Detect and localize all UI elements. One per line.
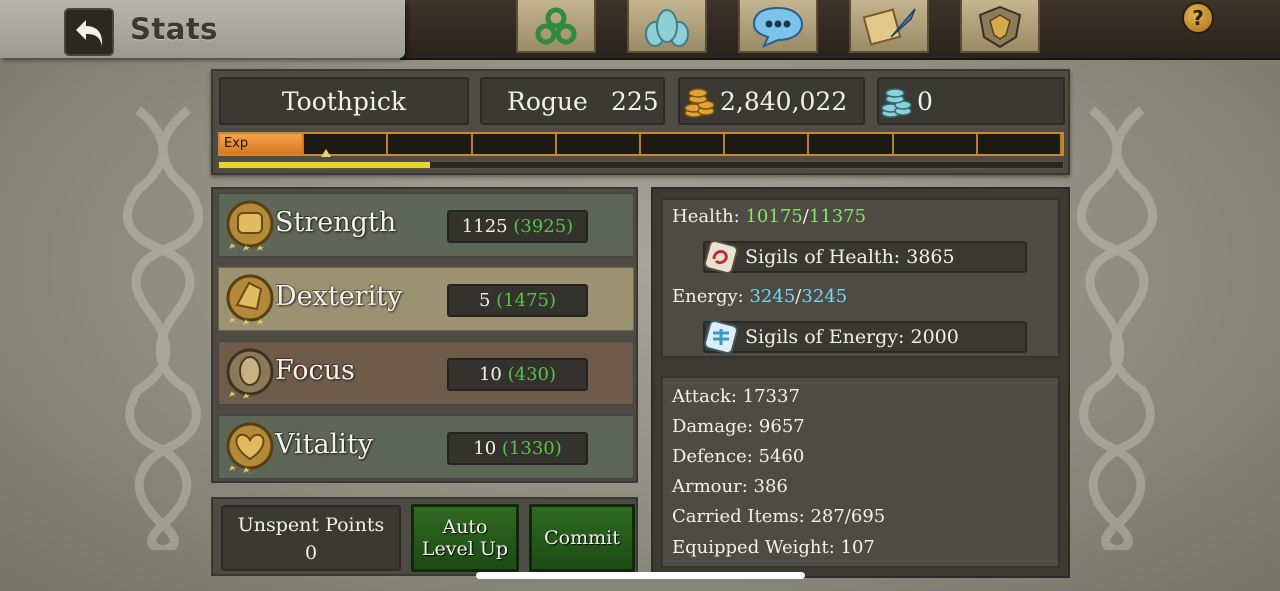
energy-current: 3245 [749, 286, 796, 307]
chat-icon [752, 6, 804, 48]
nav-button-party[interactable] [627, 0, 707, 53]
attribute-value-box: 10 (1330) [447, 432, 588, 465]
back-button[interactable] [64, 8, 114, 56]
scroll-quill-icon [862, 7, 916, 46]
party-icon [645, 8, 689, 47]
nav-button-chat[interactable] [738, 0, 818, 53]
attribute-name: Strength [275, 207, 397, 238]
energy-max: 3245 [801, 286, 848, 307]
energy-line: Energy: 3245/3245 [672, 286, 847, 307]
health-line: Health: 10175/11375 [672, 206, 866, 227]
energy-sigil-icon [703, 319, 739, 355]
help-button[interactable]: ? [1182, 2, 1214, 34]
damage-stat: Damage: 9657 [672, 416, 805, 437]
guild-crest-icon [978, 5, 1022, 48]
triskele-icon [535, 7, 577, 44]
attribute-total-value: (1475) [496, 290, 557, 311]
combat-stats-panel: Attack: 17337 Damage: 9657 Defence: 5460… [661, 376, 1060, 568]
sigils-of-health-text: Sigils of Health: 3865 [745, 246, 955, 268]
vitality-heart-icon [226, 422, 274, 473]
attribute-name: Vitality [275, 429, 373, 460]
strength-fist-icon [226, 200, 274, 251]
gems-amount: 0 [917, 86, 933, 116]
attribute-row-strength[interactable]: Strength 1125 (3925) [218, 193, 634, 257]
carried-items-stat: Carried Items: 287/695 [672, 506, 886, 527]
attribute-total-value: (430) [507, 364, 557, 385]
character-name-box: Toothpick [219, 77, 469, 125]
page-title: Stats [130, 12, 218, 46]
attribute-total-value: (1330) [501, 438, 562, 459]
health-current: 10175 [745, 206, 803, 227]
actions-panel: Unspent Points 0 Auto Level Up Commit [211, 497, 638, 576]
character-name: Toothpick [281, 86, 407, 116]
auto-level-up-button[interactable]: Auto Level Up [411, 504, 519, 572]
attribute-value-box: 5 (1475) [447, 284, 588, 317]
health-sigil-icon [703, 239, 739, 275]
nav-button-quests[interactable] [849, 0, 929, 53]
vitals-panel: Health: 10175/11375 Sigils of Health: 38… [661, 198, 1060, 358]
attribute-base-value: 10 [473, 438, 497, 459]
sigils-of-energy-box: Sigils of Energy: 2000 [703, 319, 1027, 355]
celtic-knot-left-decoration [123, 106, 203, 550]
character-level: 225 [611, 86, 659, 116]
attribute-value-box: 10 (430) [447, 358, 588, 391]
auto-level-up-label-line2: Level Up [421, 538, 509, 560]
energy-label: Energy: [672, 286, 744, 307]
attribute-base-value: 5 [478, 290, 491, 311]
sigils-of-health-box: Sigils of Health: 3865 [703, 239, 1027, 275]
nav-button-guild[interactable] [960, 0, 1040, 53]
gems-box: 0 [877, 77, 1065, 125]
character-class: Rogue [507, 86, 588, 116]
attribute-name: Focus [275, 355, 355, 386]
attribute-row-vitality[interactable]: Vitality 10 (1330) [218, 415, 634, 479]
exp-bar: Exp [218, 132, 1064, 156]
attribute-base-value: 10 [478, 364, 502, 385]
attack-stat: Attack: 17337 [672, 386, 800, 407]
gold-box: 2,840,022 [678, 77, 865, 125]
home-indicator[interactable] [476, 572, 805, 579]
unspent-points-value: 0 [304, 542, 318, 564]
health-max: 11375 [808, 206, 867, 227]
nav-strip [400, 0, 1280, 60]
stats-details-panel: Health: 10175/11375 Sigils of Health: 38… [651, 187, 1070, 578]
gem-coins-icon [881, 88, 912, 118]
defence-stat: Defence: 5460 [672, 446, 805, 467]
commit-label: Commit [544, 527, 620, 549]
equipped-weight-stat: Equipped Weight: 107 [672, 537, 875, 558]
nav-button-triskele[interactable] [516, 0, 596, 53]
progress-sub-bar [218, 161, 1064, 169]
commit-button[interactable]: Commit [529, 504, 635, 572]
unspent-points-label: Unspent Points [237, 514, 385, 536]
attributes-panel: Strength 1125 (3925) Dexterity 5 (1475) … [211, 187, 638, 483]
exp-marker [321, 149, 331, 157]
attribute-total-value: (3925) [513, 216, 574, 237]
class-level-box: Rogue 225 [480, 77, 665, 125]
unspent-points-box: Unspent Points 0 [221, 505, 401, 571]
attribute-row-focus[interactable]: Focus 10 (430) [218, 341, 634, 405]
back-arrow-icon [76, 20, 103, 46]
health-label: Health: [672, 206, 740, 227]
gold-amount: 2,840,022 [720, 86, 848, 116]
top-bar: Stats ? [0, 0, 1280, 60]
sigils-of-energy-text: Sigils of Energy: 2000 [745, 326, 959, 348]
attribute-name: Dexterity [275, 281, 403, 312]
celtic-knot-right-decoration [1077, 106, 1157, 550]
exp-label: Exp [224, 136, 249, 151]
title-tab: Stats [0, 0, 405, 58]
attribute-base-value: 1125 [461, 216, 508, 237]
attribute-value-box: 1125 (3925) [447, 210, 588, 243]
focus-head-icon [226, 348, 274, 399]
armour-stat: Armour: 386 [672, 476, 788, 497]
auto-level-up-label-line1: Auto [442, 516, 488, 538]
character-header-panel: Toothpick Rogue 225 2,840,022 0 Exp [211, 69, 1070, 175]
gold-coins-icon [684, 88, 715, 118]
dexterity-gauntlet-icon [226, 274, 274, 325]
attribute-row-dexterity[interactable]: Dexterity 5 (1475) [218, 267, 634, 331]
